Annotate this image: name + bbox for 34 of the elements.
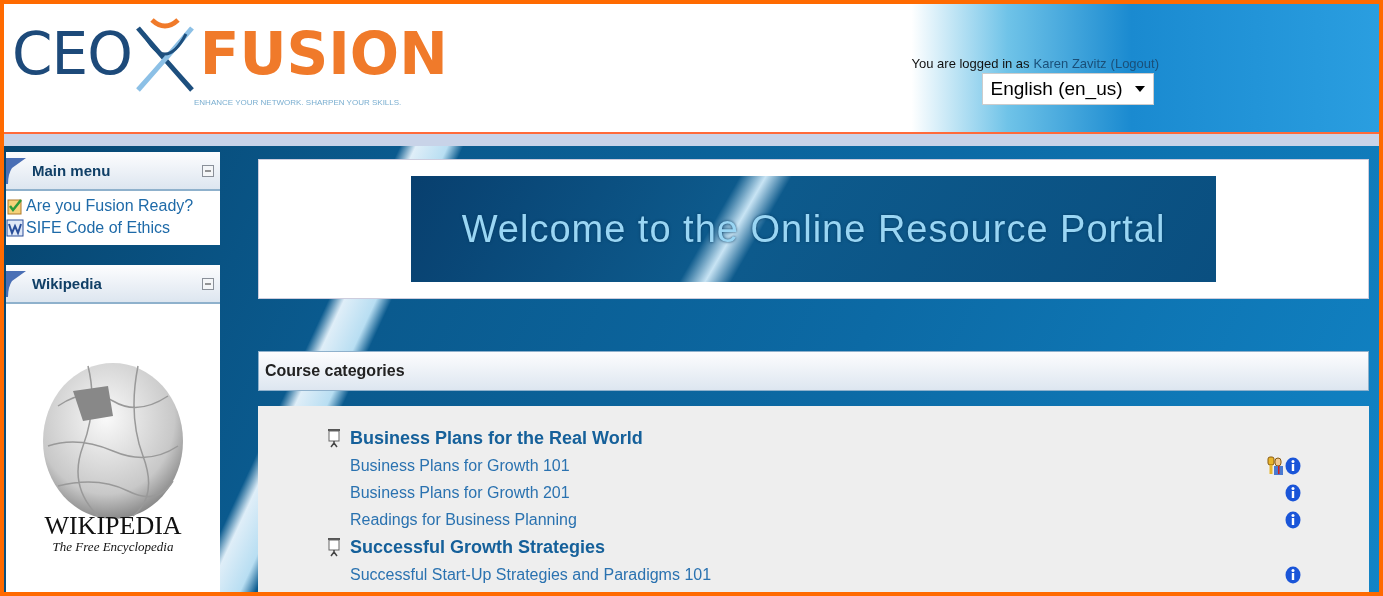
block-title: Main menu <box>32 162 112 179</box>
language-select[interactable]: English (en_us) <box>981 73 1154 105</box>
wiki-title: WIKIPEDIA <box>44 513 182 539</box>
easel-icon <box>326 428 342 448</box>
block-title: Wikipedia <box>32 275 103 292</box>
course-link[interactable]: Business Plans for Growth 201 <box>350 483 1261 502</box>
checklist-icon <box>6 197 24 215</box>
info-icon <box>1285 565 1301 584</box>
course-link[interactable]: Readings for Business Planning <box>350 510 1261 529</box>
course-link[interactable]: Successful Start-Up Strategies and Paradigms 101 <box>350 565 1261 584</box>
corner-icon <box>6 270 26 297</box>
key-user-icon <box>1266 455 1284 476</box>
logo-text: CEO <box>12 21 132 87</box>
collapse-icon <box>202 164 214 177</box>
category-link[interactable]: Business Plans for the Real World <box>350 427 643 449</box>
caret-icon <box>1134 86 1145 92</box>
login-text: You are logged in as <box>911 56 1030 71</box>
user-link[interactable]: Karen Zavitz <box>1033 56 1107 71</box>
easel-icon <box>326 537 342 557</box>
logo-tagline: ENHANCE YOUR NETWORK. SHARPEN YOUR SKILLS. <box>194 98 403 107</box>
logout-link[interactable]: (Logout) <box>1110 56 1159 71</box>
corner-icon <box>6 157 26 184</box>
menu-link[interactable]: SIFE Code of Ethics <box>26 219 171 237</box>
course-link[interactable]: Business Plans for Growth 101 <box>350 456 1261 475</box>
collapse-icon <box>202 277 214 290</box>
info-icon <box>1285 483 1301 502</box>
menu-link[interactable]: Are you Fusion Ready? <box>26 197 194 215</box>
category-link[interactable]: Successful Growth Strategies <box>350 536 606 558</box>
info-icon <box>1285 456 1301 475</box>
info-icon <box>1285 510 1301 529</box>
wiki-subtitle: The Free Encyclopedia <box>52 539 174 555</box>
section-header: Course categories <box>258 351 1369 391</box>
logo-text: FUSION <box>199 21 448 87</box>
document-icon <box>6 219 24 237</box>
